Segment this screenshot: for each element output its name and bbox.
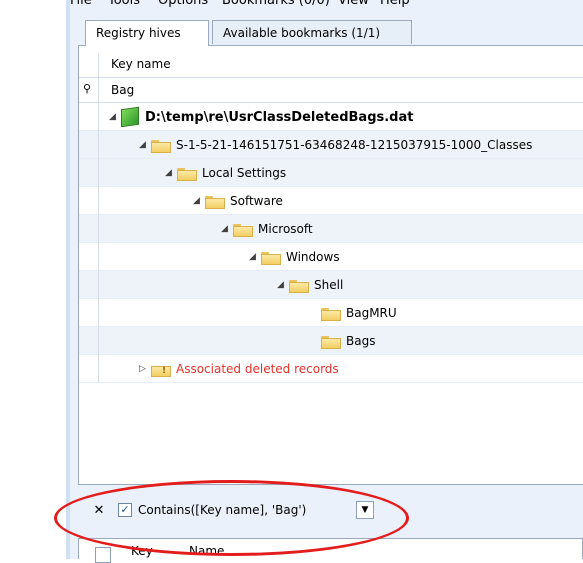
tree-row[interactable]: ◢ Software (79, 187, 583, 215)
highlight-annotation-ellipse (54, 480, 409, 556)
tree-row[interactable]: Bags (79, 327, 583, 355)
menu-file[interactable]: File (70, 0, 92, 8)
row-indicator (79, 159, 99, 187)
row-indicator-header (79, 53, 99, 77)
key-label: Shell (314, 278, 344, 292)
tab-registry-hives[interactable]: Registry hives (85, 20, 209, 46)
collapse-triangle-icon[interactable]: ◢ (139, 140, 151, 150)
key-label: S-1-5-21-146151751-63468248-1215037915-1… (176, 138, 533, 152)
row-indicator (79, 327, 99, 355)
hive-cube-icon (121, 106, 139, 128)
tree-row[interactable]: ◢ Shell (79, 271, 583, 299)
folder-icon (289, 278, 309, 293)
collapse-triangle-icon[interactable]: ◢ (109, 112, 121, 122)
key-label: Microsoft (258, 222, 313, 236)
menu-bar: File Tools Options Bookmarks (0/0) View … (70, 0, 583, 11)
collapse-triangle-icon[interactable]: ◢ (221, 224, 233, 234)
tree-row[interactable]: ◢ Local Settings (79, 159, 583, 187)
menu-tools[interactable]: Tools (108, 0, 140, 8)
row-indicator (79, 131, 99, 159)
menu-help[interactable]: Help (380, 0, 410, 8)
row-indicator (79, 299, 99, 327)
key-label: BagMRU (346, 306, 397, 320)
tree-row[interactable]: BagMRU (79, 299, 583, 327)
column-header-key-name[interactable]: Key name (111, 57, 171, 71)
collapse-triangle-icon[interactable]: ◢ (249, 252, 261, 262)
collapse-triangle-icon[interactable]: ◢ (193, 196, 205, 206)
tree-row[interactable]: ◢ S-1-5-21-146151751-63468248-1215037915… (79, 131, 583, 159)
tab-available-bookmarks[interactable]: Available bookmarks (1/1) (212, 20, 412, 44)
folder-icon (151, 138, 171, 153)
tree-row[interactable]: ◢ D:\temp\re\UsrClassDeletedBags.dat (79, 103, 583, 131)
menu-view[interactable]: View (338, 0, 369, 8)
key-label: Windows (286, 250, 340, 264)
folder-icon (321, 306, 341, 321)
registry-tree-grid: Key name ⚲ Bag ◢ D:\temp\re\UsrClassDele… (78, 45, 583, 485)
folder-icon (205, 194, 225, 209)
row-indicator (79, 187, 99, 215)
tree-row[interactable]: ◢ Microsoft (79, 215, 583, 243)
key-label: Local Settings (202, 166, 287, 180)
hive-path-label: D:\temp\re\UsrClassDeletedBags.dat (145, 109, 414, 125)
registry-explorer-window: File Tools Options Bookmarks (0/0) View … (70, 0, 583, 563)
collapse-triangle-icon[interactable]: ◢ (165, 168, 177, 178)
menu-options[interactable]: Options (158, 0, 208, 8)
column-header-row: Key name (79, 53, 583, 78)
tree-row[interactable]: ▷ Associated deleted records (79, 355, 583, 383)
folder-icon (233, 222, 253, 237)
tree-row[interactable]: ◢ Windows (79, 243, 583, 271)
key-label: Software (230, 194, 283, 208)
tab-strip: Registry hives Available bookmarks (1/1) (80, 20, 583, 46)
auto-filter-row[interactable]: ⚲ Bag (79, 78, 583, 103)
filter-row-value[interactable]: Bag (111, 83, 134, 97)
folder-icon (177, 166, 197, 181)
filter-pin-icon: ⚲ (83, 82, 92, 95)
deleted-records-label: Associated deleted records (176, 362, 339, 376)
collapse-triangle-icon[interactable]: ◢ (277, 280, 289, 290)
row-indicator (79, 103, 99, 131)
warning-folder-icon (151, 362, 171, 377)
values-select-all-checkbox[interactable] (95, 547, 111, 563)
expand-triangle-icon[interactable]: ▷ (139, 364, 151, 374)
key-label: Bags (346, 334, 376, 348)
folder-icon (321, 334, 341, 349)
row-indicator (79, 355, 99, 383)
folder-icon (261, 250, 281, 265)
menu-bookmarks[interactable]: Bookmarks (0/0) (222, 0, 330, 8)
row-indicator (79, 271, 99, 299)
left-margin (0, 0, 68, 559)
row-indicator (79, 243, 99, 271)
row-indicator (79, 215, 99, 243)
